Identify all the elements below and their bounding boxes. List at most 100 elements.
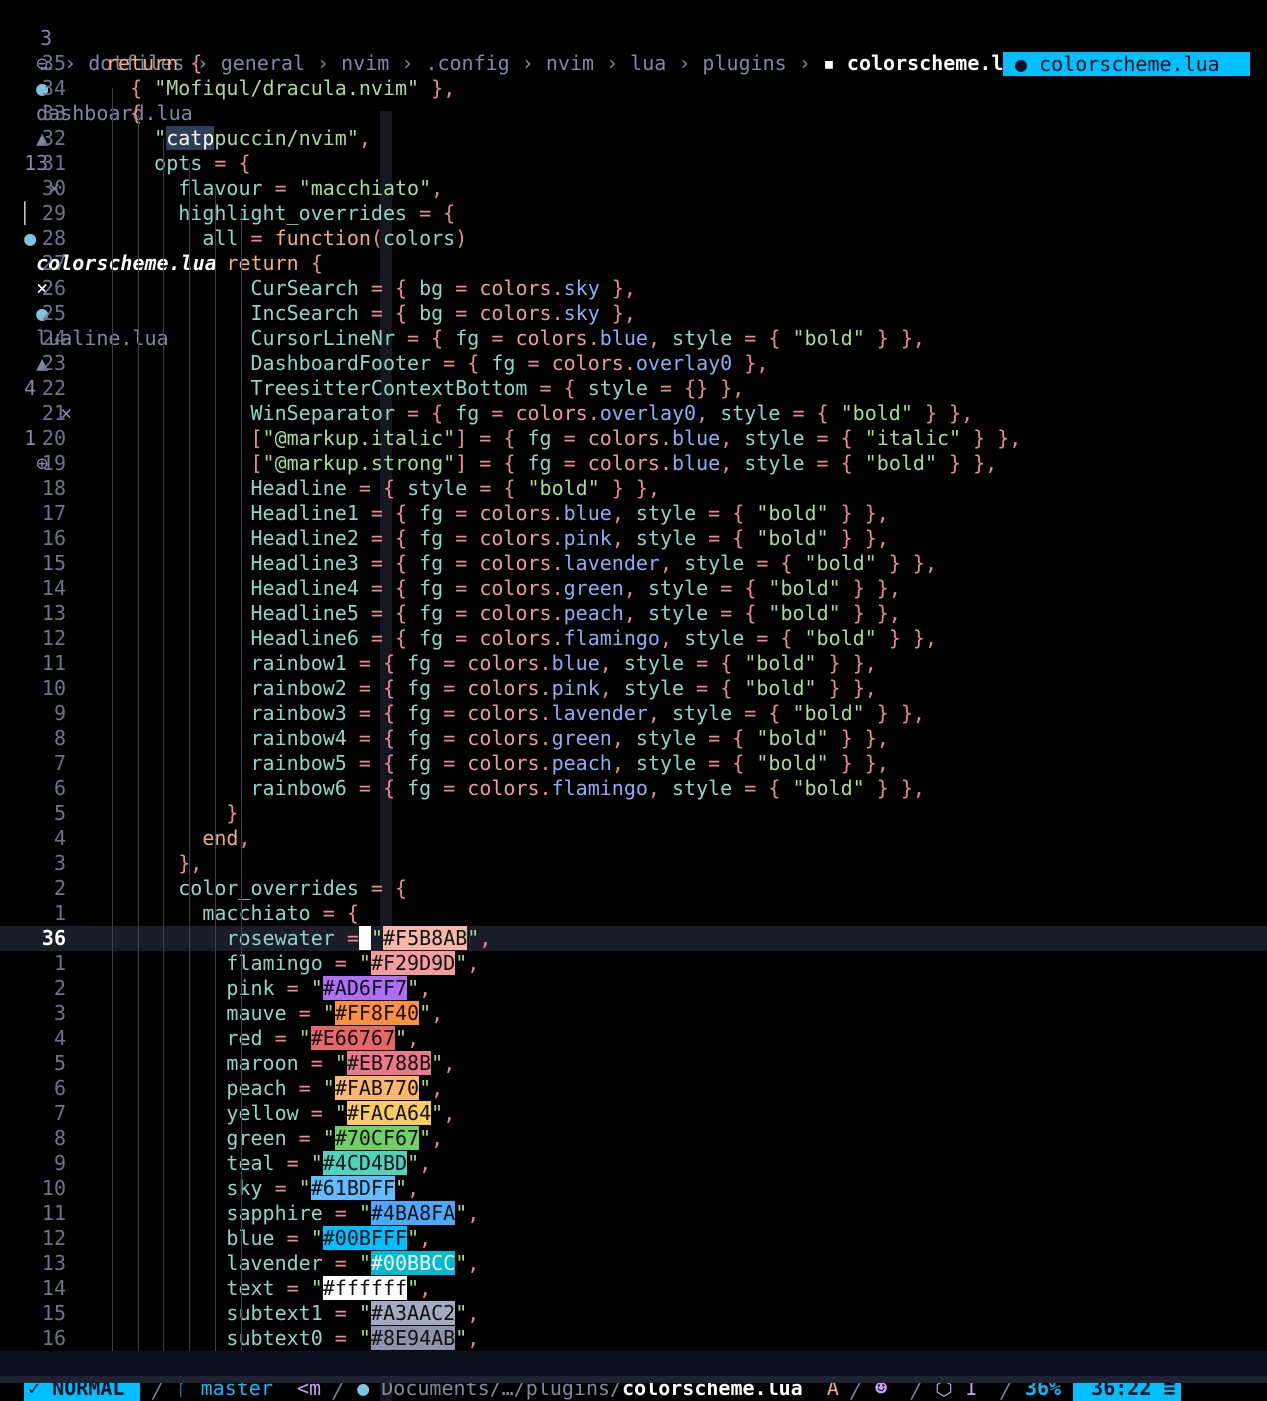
palette-line[interactable]: 11 sapphire = "#4BA8FA", [0,1201,1267,1226]
command-line[interactable] [0,1376,1267,1383]
palette-line[interactable]: 14 text = "#ffffff", [0,1276,1267,1301]
code-text: TreesitterContextBottom = { style = {} }… [250,376,745,400]
indent-guide [163,138,164,1351]
code-line[interactable]: 29 highlight_overrides = { [0,201,1267,226]
palette-line[interactable]: 36 rosewater = "#F5B8AB", [0,926,1267,951]
code-text: Headline2 = { fg = colors.pink, style = … [250,526,889,550]
code-line[interactable]: 2 color_overrides = { [0,876,1267,901]
palette-line[interactable]: 16 subtext0 = "#8E94AB", [0,1326,1267,1351]
palette-line[interactable]: 9 teal = "#4CD4BD", [0,1151,1267,1176]
code-line[interactable]: 22 TreesitterContextBottom = { style = {… [0,376,1267,401]
code-line[interactable]: 30 flavour = "macchiato", [0,176,1267,201]
code-line[interactable]: 12 Headline6 = { fg = colors.flamingo, s… [0,626,1267,651]
code-text: flamingo = "#F29D9D", [226,951,480,975]
palette-line[interactable]: 1 flamingo = "#F29D9D", [0,951,1267,976]
palette-line[interactable]: 13 lavender = "#00BBCC", [0,1251,1267,1276]
palette-line[interactable]: 5 maroon = "#EB788B", [0,1051,1267,1076]
lua-file-icon: ● [1015,52,1040,76]
code-text: color_overrides = { [178,876,408,900]
code-text: subtext1 = "#A3AAC2", [226,1301,480,1325]
color-swatch: #A3AAC2 [370,1301,456,1325]
line-number: 9 [53,701,66,725]
code-text: mauve = "#FF8F40", [226,1001,444,1025]
palette-line[interactable]: 3 mauve = "#FF8F40", [0,1001,1267,1026]
palette-line[interactable]: 7 yellow = "#FACA64", [0,1101,1267,1126]
code-text: WinSeparator = { fg = colors.overlay0, s… [250,401,974,425]
color-swatch: #00BBCC [370,1251,456,1275]
palette-line[interactable]: 6 peach = "#FAB770", [0,1076,1267,1101]
palette-line[interactable]: 2 pink = "#AD6FF7", [0,976,1267,1001]
line-number: 12 [41,626,66,650]
line-number: 19 [41,451,66,475]
code-line[interactable]: 26 CurSearch = { bg = colors.sky }, [0,276,1267,301]
palette-line[interactable]: 4 red = "#E66767", [0,1026,1267,1051]
palette-line[interactable]: 12 blue = "#00BFFF", [0,1226,1267,1251]
editor-buffer[interactable]: 35 return {34 { "Mofiqul/dracula.nvim" },… [0,51,1267,1401]
line-number: 6 [53,1076,66,1100]
code-line[interactable]: 24 CursorLineNr = { fg = colors.blue, st… [0,326,1267,351]
code-text: rainbow3 = { fg = colors.lavender, style… [250,701,925,725]
line-number: 7 [53,751,66,775]
code-line[interactable]: 13 Headline5 = { fg = colors.peach, styl… [0,601,1267,626]
code-line[interactable]: 3 }, [0,851,1267,876]
color-swatch: #00BFFF [322,1226,408,1250]
code-line[interactable]: 6 rainbow6 = { fg = colors.flamingo, sty… [0,776,1267,801]
code-text: pink = "#AD6FF7", [226,976,432,1000]
palette-line[interactable]: 15 subtext1 = "#A3AAC2", [0,1301,1267,1326]
code-line[interactable]: 21 WinSeparator = { fg = colors.overlay0… [0,401,1267,426]
line-number: 25 [41,301,66,325]
code-line[interactable]: 33 { [0,101,1267,126]
color-swatch: #F5B8AB [382,926,468,950]
code-text: IncSearch = { bg = colors.sky }, [250,301,636,325]
line-number: 15 [41,1301,66,1325]
line-number: 2 [53,876,66,900]
code-text: ["@markup.strong"] = { fg = colors.blue,… [250,451,998,475]
line-number: 8 [53,726,66,750]
color-swatch: #FAB770 [334,1076,420,1100]
palette-lines: 36 rosewater = "#F5B8AB", 1 flamingo = "#… [0,926,1267,1351]
code-text: return { [106,51,203,75]
color-swatch: #FF8F40 [334,1001,420,1025]
code-text: end, [202,826,251,850]
code-line[interactable]: 14 Headline4 = { fg = colors.green, styl… [0,576,1267,601]
code-line[interactable]: 5 } [0,801,1267,826]
code-line[interactable]: 16 Headline2 = { fg = colors.pink, style… [0,526,1267,551]
code-line[interactable]: 32 "catppuccin/nvim", [0,126,1267,151]
line-number: 4 [53,1026,66,1050]
code-line[interactable]: 10 rainbow2 = { fg = colors.pink, style … [0,676,1267,701]
code-line[interactable]: 28 all = function(colors) [0,226,1267,251]
code-text: "catppuccin/nvim", [154,126,371,150]
code-line[interactable]: 20 ["@markup.italic"] = { fg = colors.bl… [0,426,1267,451]
code-line[interactable]: 23 DashboardFooter = { fg = colors.overl… [0,351,1267,376]
color-swatch: #61BDFF [310,1176,396,1200]
code-text: maroon = "#EB788B", [226,1051,456,1075]
code-line[interactable]: 17 Headline1 = { fg = colors.blue, style… [0,501,1267,526]
code-line[interactable]: 18 Headline = { style = { "bold" } }, [0,476,1267,501]
code-line[interactable]: 31 opts = { [0,151,1267,176]
code-line[interactable]: 7 rainbow5 = { fg = colors.peach, style … [0,751,1267,776]
code-text: ["@markup.italic"] = { fg = colors.blue,… [250,426,1022,450]
code-line[interactable]: 27 return { [0,251,1267,276]
line-number: 15 [41,551,66,575]
code-line[interactable]: 34 { "Mofiqul/dracula.nvim" }, [0,76,1267,101]
line-number: 12 [41,1226,66,1250]
code-text: Headline5 = { fg = colors.peach, style =… [250,601,901,625]
palette-line[interactable]: 8 green = "#70CF67", [0,1126,1267,1151]
code-text: blue = "#00BFFF", [226,1226,432,1250]
line-number: 9 [53,1151,66,1175]
line-number: 13 [41,601,66,625]
code-line[interactable]: 9 rainbow3 = { fg = colors.lavender, sty… [0,701,1267,726]
code-line[interactable]: 1 macchiato = { [0,901,1267,926]
line-number: 22 [41,376,66,400]
code-line[interactable]: 25 IncSearch = { bg = colors.sky }, [0,301,1267,326]
code-line[interactable]: 4 end, [0,826,1267,851]
code-line[interactable]: 8 rainbow4 = { fg = colors.green, style … [0,726,1267,751]
palette-line[interactable]: 10 sky = "#61BDFF", [0,1176,1267,1201]
color-swatch: #EB788B [346,1051,432,1075]
code-text: rainbow6 = { fg = colors.flamingo, style… [250,776,925,800]
code-line[interactable]: 11 rainbow1 = { fg = colors.blue, style … [0,651,1267,676]
code-text: yellow = "#FACA64", [226,1101,456,1125]
code-line[interactable]: 19 ["@markup.strong"] = { fg = colors.bl… [0,451,1267,476]
code-line[interactable]: 15 Headline3 = { fg = colors.lavender, s… [0,551,1267,576]
line-number: 4 [53,826,66,850]
